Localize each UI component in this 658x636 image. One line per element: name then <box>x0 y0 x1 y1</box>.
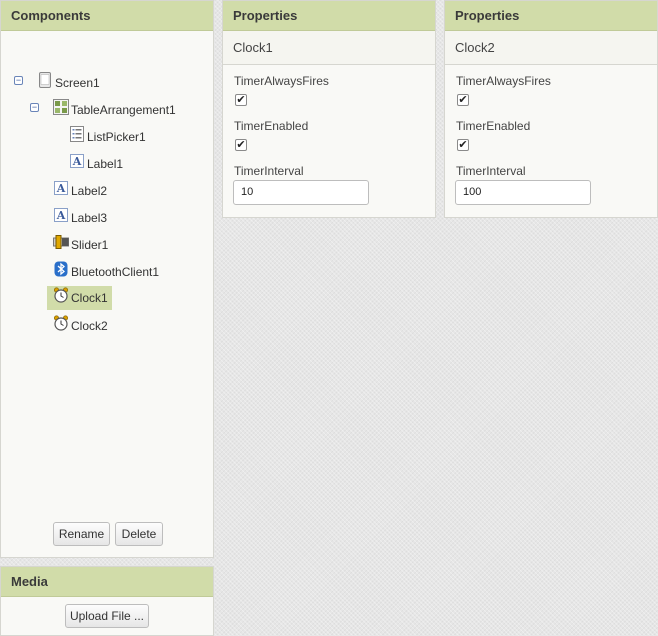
svg-text:A: A <box>56 182 66 195</box>
collapse-tablearrangement1-icon[interactable]: − <box>30 103 39 112</box>
media-panel-title: Media <box>1 567 213 597</box>
timer-interval-label: TimerInterval <box>234 164 304 178</box>
timer-enabled-checkbox[interactable]: ✔ <box>235 139 247 151</box>
upload-file-button[interactable]: Upload File ... <box>65 604 149 628</box>
tree-node-label: Slider1 <box>71 238 109 252</box>
selected-component-name: Clock2 <box>445 31 657 65</box>
tree-node-label: Label3 <box>71 211 108 225</box>
tree-node-screen1[interactable]: Screen1 <box>37 71 104 95</box>
tree-node-label1[interactable]: A Label1 <box>69 152 127 176</box>
timer-always-fires-label: TimerAlwaysFires <box>456 74 551 88</box>
timer-interval-label: TimerInterval <box>456 164 526 178</box>
timer-always-fires-checkbox[interactable]: ✔ <box>457 94 469 106</box>
timer-enabled-label: TimerEnabled <box>234 119 309 133</box>
label-icon: A <box>69 153 85 169</box>
media-panel: Media Upload File ... <box>0 566 214 636</box>
tree-node-label: ListPicker1 <box>87 130 146 144</box>
rename-button[interactable]: Rename <box>53 522 110 546</box>
tree-node-label: TableArrangement1 <box>71 103 176 117</box>
svg-text:A: A <box>56 209 66 222</box>
svg-text:A: A <box>72 155 82 168</box>
timer-always-fires-checkbox[interactable]: ✔ <box>235 94 247 106</box>
timer-interval-input[interactable]: 10 <box>233 180 369 205</box>
screen-icon <box>37 72 53 88</box>
properties-panel-clock2: Properties Clock2 TimerAlwaysFires ✔ Tim… <box>444 0 658 218</box>
timer-interval-input[interactable]: 100 <box>455 180 591 205</box>
selected-component-name: Clock1 <box>223 31 435 65</box>
tree-node-label: Label1 <box>87 157 124 171</box>
properties-panel-clock1: Properties Clock1 TimerAlwaysFires ✔ Tim… <box>222 0 436 218</box>
slider-icon <box>53 234 69 250</box>
delete-button[interactable]: Delete <box>115 522 163 546</box>
listpicker-icon <box>69 126 85 142</box>
timer-always-fires-label: TimerAlwaysFires <box>234 74 329 88</box>
tree-node-clock1[interactable]: Clock1 <box>47 286 112 310</box>
tree-node-label2[interactable]: A Label2 <box>53 179 111 203</box>
tree-node-label: BluetoothClient1 <box>71 265 160 279</box>
timer-enabled-label: TimerEnabled <box>456 119 531 133</box>
table-arrangement-icon <box>53 99 69 115</box>
timer-enabled-checkbox[interactable]: ✔ <box>457 139 469 151</box>
tree-node-label: Clock1 <box>71 291 108 305</box>
properties-panel-title: Properties <box>223 1 435 31</box>
tree-node-listpicker1[interactable]: ListPicker1 <box>69 125 150 149</box>
tree-node-label: Label2 <box>71 184 108 198</box>
clock-icon <box>53 315 69 331</box>
collapse-screen1-icon[interactable]: − <box>14 76 23 85</box>
tree-node-label3[interactable]: A Label3 <box>53 206 111 230</box>
bluetooth-icon <box>53 261 69 277</box>
tree-node-tablearrangement1[interactable]: TableArrangement1 <box>53 98 180 122</box>
tree-node-label: Screen1 <box>55 76 100 90</box>
properties-panel-title: Properties <box>445 1 657 31</box>
label-icon: A <box>53 180 69 196</box>
clock-icon <box>53 287 69 303</box>
tree-node-slider1[interactable]: Slider1 <box>53 233 112 257</box>
label-icon: A <box>53 207 69 223</box>
tree-node-clock2[interactable]: Clock2 <box>53 314 112 338</box>
components-panel: Components Screen1 − TableArrangement1 −… <box>0 0 214 558</box>
components-panel-title: Components <box>1 1 213 31</box>
tree-node-label: Clock2 <box>71 319 108 333</box>
tree-node-bluetoothclient1[interactable]: BluetoothClient1 <box>53 260 163 284</box>
